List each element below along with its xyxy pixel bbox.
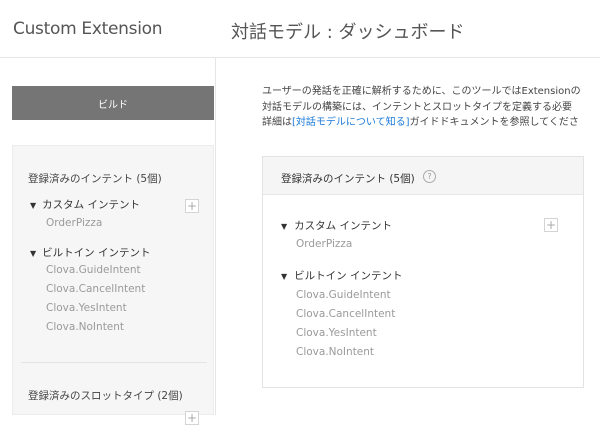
intent-item-guide[interactable]: Clova.GuideIntent: [296, 289, 391, 301]
expand-icon: ▼: [30, 249, 37, 258]
sidebar-intent-item-no[interactable]: Clova.NoIntent: [46, 321, 124, 333]
expand-icon: ▼: [281, 272, 288, 281]
sidebar-builtin-intent-label: ビルトイン インテント: [42, 247, 151, 259]
add-custom-intent-button[interactable]: +: [185, 199, 199, 213]
help-icon[interactable]: ?: [423, 170, 436, 183]
builtin-intent-label: ビルトイン インテント: [294, 270, 403, 282]
build-button[interactable]: ビルド: [12, 86, 214, 120]
intent-item-no[interactable]: Clova.NoIntent: [296, 346, 374, 358]
sidebar-slots-heading: 登録済みのスロットタイプ (2個): [28, 390, 183, 402]
description-line-1: ユーザーの発話を正確に解析するために、このツールではExtensionの: [262, 86, 581, 97]
sidebar-divider: [215, 58, 216, 415]
sidebar-intent-item-cancel[interactable]: Clova.CancelIntent: [46, 283, 145, 295]
intent-item-cancel[interactable]: Clova.CancelIntent: [296, 308, 395, 320]
sidebar-intent-item-guide[interactable]: Clova.GuideIntent: [46, 264, 141, 276]
app-title: Custom Extension: [13, 19, 163, 39]
description-line-3: 詳細は[対話モデルについて知る]ガイドドキュメントを参照してくださ: [262, 113, 579, 128]
sidebar-intents-heading: 登録済みのインテント (5個): [28, 173, 162, 185]
dialog-model-guide-link[interactable]: [対話モデルについて知る]: [292, 117, 410, 128]
builtin-intent-group[interactable]: ▼ ビルトイン インテント: [281, 268, 403, 283]
description-prefix: 詳細は: [262, 117, 292, 128]
sidebar-intent-item-orderpizza[interactable]: OrderPizza: [46, 217, 102, 229]
add-intent-button[interactable]: +: [544, 218, 558, 232]
expand-icon: ▼: [281, 222, 288, 231]
sidebar-intent-item-yes[interactable]: Clova.YesIntent: [46, 302, 127, 314]
sidebar-custom-intent-label: カスタム インテント: [42, 199, 140, 211]
expand-icon: ▼: [30, 201, 37, 210]
intent-item-yes[interactable]: Clova.YesIntent: [296, 327, 377, 339]
page-title: 対話モデル : ダッシュボード: [231, 22, 465, 43]
sidebar-section-divider: [21, 362, 207, 363]
description-suffix: ガイドドキュメントを参照してくださ: [409, 117, 579, 128]
intent-panel-heading: 登録済みのインテント (5個): [281, 173, 415, 185]
intent-panel: 登録済みのインテント (5個) ? ▼ カスタム インテント + OrderPiz…: [262, 156, 584, 388]
sidebar-custom-intent-group[interactable]: ▼ カスタム インテント: [30, 197, 140, 212]
custom-intent-group[interactable]: ▼ カスタム インテント: [281, 218, 392, 233]
custom-intent-label: カスタム インテント: [294, 220, 392, 232]
sidebar-intent-panel: 登録済みのインテント (5個) ▼ カスタム インテント + OrderPizza…: [12, 145, 214, 425]
header-divider: [0, 57, 600, 58]
description-line-2: 対話モデルの構築には、インテントとスロットタイプを定義する必要: [262, 102, 572, 113]
intent-item-orderpizza[interactable]: OrderPizza: [296, 238, 352, 250]
intent-panel-header: 登録済みのインテント (5個) ?: [263, 157, 583, 195]
add-slot-type-button[interactable]: +: [185, 411, 199, 425]
sidebar-builtin-intent-group[interactable]: ▼ ビルトイン インテント: [30, 245, 151, 260]
